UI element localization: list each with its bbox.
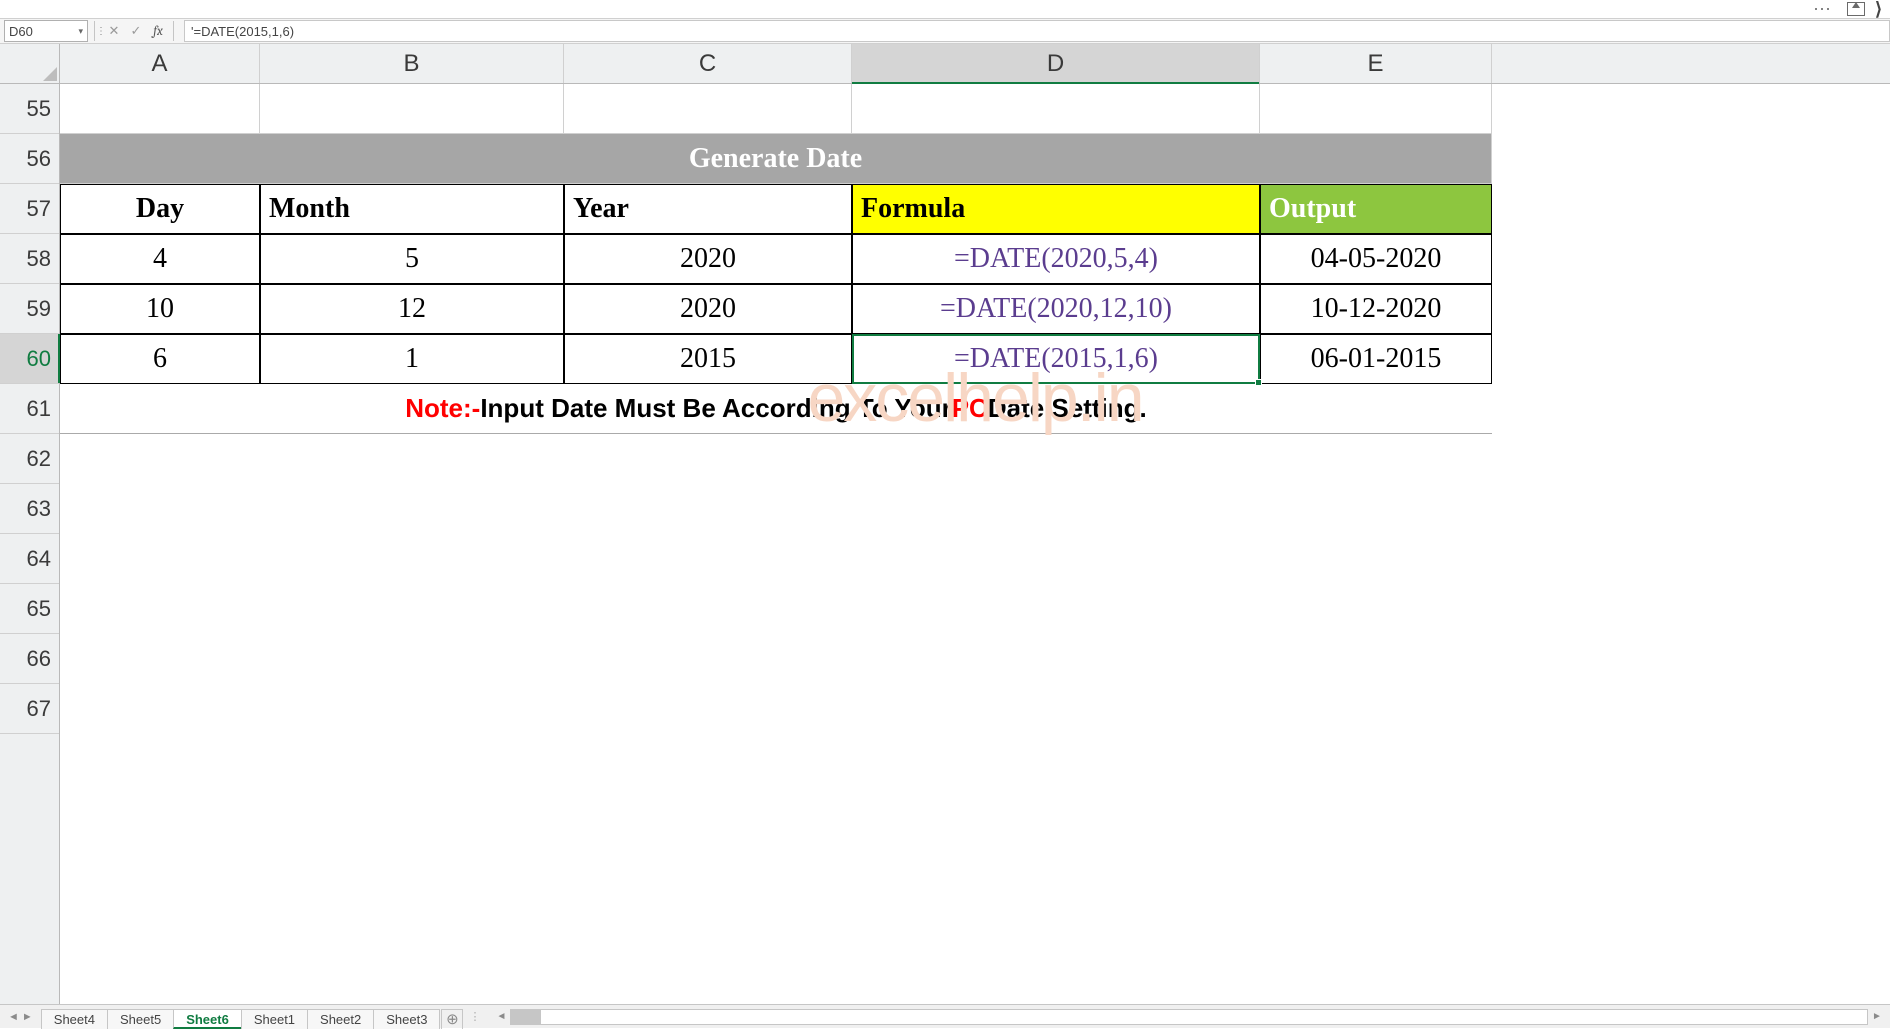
sheet-tab[interactable]: Sheet5 xyxy=(107,1009,174,1029)
formula-bar: D60 ▾ ⋮ ✕ ✓ fx '=DATE(2015,1,6) xyxy=(0,18,1890,44)
cell[interactable] xyxy=(60,84,260,134)
scroll-left-icon[interactable]: ◄ xyxy=(493,1010,509,1024)
horizontal-scrollbar[interactable]: ◄ ► xyxy=(510,1009,1868,1025)
tab-prev-icon[interactable]: ◄ xyxy=(8,1011,19,1023)
sheet-tab[interactable]: Sheet3 xyxy=(373,1009,440,1029)
column-header-E[interactable]: E xyxy=(1260,44,1492,83)
cell[interactable] xyxy=(60,434,1492,484)
formula-input[interactable]: '=DATE(2015,1,6) xyxy=(184,20,1890,42)
note-row[interactable]: Note:- Input Date Must Be According To Y… xyxy=(60,384,1492,434)
status-bar: ◄ ► Sheet4 Sheet5 Sheet6 Sheet1 Sheet2 S… xyxy=(0,1004,1890,1028)
row-header[interactable]: 63 xyxy=(0,484,59,534)
cell[interactable] xyxy=(60,534,1492,584)
formula-input-value: '=DATE(2015,1,6) xyxy=(191,24,294,39)
header-month[interactable]: Month xyxy=(260,184,564,234)
column-headers: A B C D E xyxy=(60,44,1890,84)
header-output[interactable]: Output xyxy=(1260,184,1492,234)
note-text: Input Date Must Be According To Your xyxy=(480,393,951,424)
title-banner[interactable]: Generate Date xyxy=(60,134,1492,184)
cell[interactable] xyxy=(60,684,1492,734)
sheet-tab[interactable]: Sheet4 xyxy=(41,1009,108,1029)
cell[interactable]: 2020 xyxy=(564,234,852,284)
column-header-A[interactable]: A xyxy=(60,44,260,83)
row-header[interactable]: 57 xyxy=(0,184,59,234)
column-header-B[interactable]: B xyxy=(260,44,564,83)
row-header[interactable]: 67 xyxy=(0,684,59,734)
scroll-right-icon[interactable]: ► xyxy=(1869,1010,1885,1024)
cells-area[interactable]: Generate Date Day Month Year Formula Out… xyxy=(60,84,1890,1004)
row-header[interactable]: 60 xyxy=(0,334,59,384)
cancel-formula-button[interactable]: ✕ xyxy=(103,23,125,39)
cell[interactable]: 10-12-2020 xyxy=(1260,284,1492,334)
divider xyxy=(94,21,95,41)
cell[interactable]: 04-05-2020 xyxy=(1260,234,1492,284)
cell[interactable]: 06-01-2015 xyxy=(1260,334,1492,384)
tab-nav: ◄ ► xyxy=(0,1011,41,1023)
divider xyxy=(173,21,174,41)
row-header[interactable]: 65 xyxy=(0,584,59,634)
cell[interactable]: =DATE(2020,12,10) xyxy=(852,284,1260,334)
close-icon[interactable]: ⟩ xyxy=(1875,0,1882,20)
cell-selected[interactable]: =DATE(2015,1,6) xyxy=(852,334,1260,384)
cell[interactable] xyxy=(60,584,1492,634)
cell[interactable] xyxy=(852,84,1260,134)
divider: ⋮ xyxy=(469,1007,474,1027)
cell[interactable]: 2020 xyxy=(564,284,852,334)
row-header[interactable]: 58 xyxy=(0,234,59,284)
note-tail: Date Setting. xyxy=(988,393,1147,424)
cell[interactable] xyxy=(260,84,564,134)
sheet-tabs: Sheet4 Sheet5 Sheet6 Sheet1 Sheet2 Sheet… xyxy=(41,1005,464,1029)
fx-icon[interactable]: fx xyxy=(147,24,169,39)
cell[interactable]: 4 xyxy=(60,234,260,284)
header-year[interactable]: Year xyxy=(564,184,852,234)
note-pc: PC xyxy=(952,393,988,424)
sheet-tab-active[interactable]: Sheet6 xyxy=(173,1009,242,1029)
tab-next-icon[interactable]: ► xyxy=(22,1011,33,1023)
cell[interactable] xyxy=(1260,84,1492,134)
sheet-tab[interactable]: Sheet2 xyxy=(307,1009,374,1029)
spreadsheet-grid[interactable]: A B C D E 55 56 57 58 59 60 61 62 63 64 … xyxy=(0,44,1890,1004)
row-header[interactable]: 59 xyxy=(0,284,59,334)
select-all-corner[interactable] xyxy=(0,44,60,84)
overflow-dots-icon[interactable]: ⋯ xyxy=(1813,4,1833,14)
note-label: Note:- xyxy=(405,393,480,424)
row-header[interactable]: 62 xyxy=(0,434,59,484)
name-box-value: D60 xyxy=(9,24,33,39)
row-header[interactable]: 64 xyxy=(0,534,59,584)
scrollbar-thumb[interactable] xyxy=(511,1010,541,1024)
cell[interactable]: 6 xyxy=(60,334,260,384)
row-header[interactable]: 61 xyxy=(0,384,59,434)
new-sheet-button[interactable]: ⊕ xyxy=(441,1009,463,1029)
row-header[interactable]: 56 xyxy=(0,134,59,184)
ribbon-collapse-icon[interactable] xyxy=(1847,2,1865,16)
cell[interactable]: 2015 xyxy=(564,334,852,384)
window-titlebar: ⋯ ⟩ xyxy=(0,0,1890,18)
chevron-down-icon[interactable]: ▾ xyxy=(78,26,83,37)
name-box[interactable]: D60 ▾ xyxy=(4,20,88,42)
cell[interactable]: 1 xyxy=(260,334,564,384)
cell[interactable] xyxy=(60,484,1492,534)
cell[interactable]: 12 xyxy=(260,284,564,334)
row-header[interactable]: 55 xyxy=(0,84,59,134)
cell[interactable]: 5 xyxy=(260,234,564,284)
cell[interactable] xyxy=(564,84,852,134)
column-header-D[interactable]: D xyxy=(852,44,1260,83)
header-day[interactable]: Day xyxy=(60,184,260,234)
column-header-C[interactable]: C xyxy=(564,44,852,83)
cell[interactable]: =DATE(2020,5,4) xyxy=(852,234,1260,284)
header-formula[interactable]: Formula xyxy=(852,184,1260,234)
confirm-formula-button[interactable]: ✓ xyxy=(125,23,147,39)
cell[interactable] xyxy=(60,634,1492,684)
row-header[interactable]: 66 xyxy=(0,634,59,684)
sheet-tab[interactable]: Sheet1 xyxy=(241,1009,308,1029)
row-headers: 55 56 57 58 59 60 61 62 63 64 65 66 67 xyxy=(0,84,60,1004)
cell[interactable]: 10 xyxy=(60,284,260,334)
